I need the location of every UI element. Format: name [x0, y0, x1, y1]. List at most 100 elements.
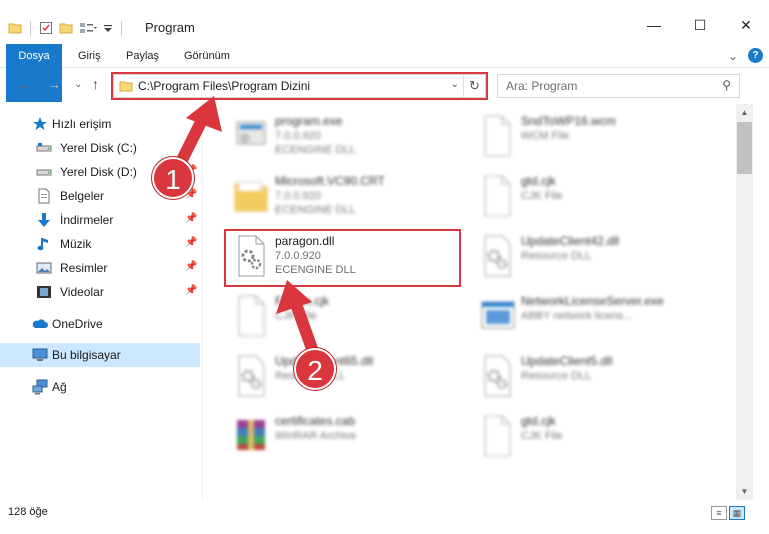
search-input[interactable]: Ara: Program	[506, 79, 577, 93]
window-controls: — ☐ ✕	[631, 10, 769, 40]
status-bar: 128 öğe ≡ ▦	[0, 500, 769, 534]
quick-access-toolbar	[8, 18, 124, 40]
view-options-icon[interactable]	[79, 21, 97, 38]
file-list: program.exe 7.0.0.920 ECENGINE DLL SndTo…	[203, 104, 736, 500]
scroll-down-icon[interactable]: ▼	[736, 483, 753, 500]
ribbon-tabs: Dosya Giriş Paylaş Görünüm ⌄ ?	[0, 44, 769, 102]
sidebar-item-this-pc[interactable]: Bu bilgisayar	[0, 343, 200, 367]
sidebar-item-quick-access[interactable]: Hızlı erişim	[0, 112, 200, 136]
tab-view[interactable]: Görünüm	[176, 44, 238, 68]
tab-share[interactable]: Paylaş	[118, 44, 167, 68]
pin-icon[interactable]: 📌	[185, 213, 197, 224]
dll-file-icon	[479, 354, 515, 398]
minimize-button[interactable]: —	[631, 10, 677, 40]
file-type: ECENGINE DLL	[275, 204, 356, 216]
document-file-icon	[479, 114, 515, 158]
document-file-icon	[233, 294, 269, 338]
file-item[interactable]: gtd.cjk CJK File	[471, 168, 711, 226]
view-switcher: ≡ ▦	[711, 506, 745, 520]
file-item[interactable]: UpdateClient42.dll Resource DLL	[471, 228, 711, 286]
pin-icon[interactable]: 📌	[185, 237, 197, 248]
maximize-button[interactable]: ☐	[677, 10, 723, 40]
sidebar-item-label: Hızlı erişim	[52, 117, 112, 131]
file-item[interactable]: certificates.cab WinRAR Archive	[225, 408, 465, 466]
star-icon	[32, 116, 48, 132]
file-type: CJK File	[521, 430, 563, 442]
tiles-view-icon[interactable]: ▦	[729, 506, 745, 520]
file-type: WinRAR Archive	[275, 430, 357, 442]
navigation-bar: ← → ⌄ ↑ C:\Program Files\Program Dizini …	[0, 70, 769, 102]
sidebar-item-pictures[interactable]: Resimler 📌	[0, 256, 200, 280]
search-icon[interactable]: ⚲	[722, 78, 731, 92]
file-item[interactable]: program.exe 7.0.0.920 ECENGINE DLL	[225, 108, 465, 166]
file-highlight-box	[224, 229, 461, 287]
application-icon	[479, 294, 515, 338]
folder-icon[interactable]	[8, 21, 22, 38]
file-type: ABBY network licens...	[521, 310, 633, 322]
pin-icon[interactable]: 📌	[185, 141, 197, 152]
sidebar-item-label: İndirmeler	[60, 213, 114, 227]
download-icon	[36, 212, 52, 228]
file-type: WCM File	[521, 130, 570, 142]
file-name: gtd.cjk	[521, 174, 556, 188]
network-icon	[32, 379, 48, 395]
drive-icon	[36, 140, 52, 156]
scrollbar-thumb[interactable]	[737, 122, 752, 174]
item-count: 128 öğe	[8, 506, 48, 518]
file-name: Fzcom.cjk	[275, 294, 329, 308]
search-box[interactable]: Ara: Program ⚲	[497, 74, 740, 98]
file-item[interactable]: Fzcom.cjk CJK File	[225, 288, 465, 346]
videos-icon	[36, 284, 52, 300]
properties-icon[interactable]	[39, 21, 53, 38]
close-button[interactable]: ✕	[723, 10, 769, 40]
sidebar-item-label: Müzik	[60, 237, 92, 251]
file-type: Resource DLL	[521, 250, 592, 262]
vertical-scrollbar[interactable]: ▲ ▼	[736, 104, 753, 500]
document-file-icon	[479, 174, 515, 218]
file-type: Resource DLL	[521, 370, 592, 382]
expand-ribbon-icon[interactable]: ⌄	[728, 49, 738, 63]
back-icon[interactable]: ←	[18, 76, 32, 92]
file-item[interactable]: UpdateClient65.dll Resource DLL	[225, 348, 465, 406]
title-bar: Program — ☐ ✕	[0, 0, 769, 44]
file-name: UpdateClient5.dll	[521, 354, 613, 368]
document-file-icon	[479, 414, 515, 458]
folder-icon	[233, 174, 269, 218]
sidebar-item-label: Bu bilgisayar	[52, 348, 121, 362]
sidebar-item-network[interactable]: Ağ	[0, 375, 200, 399]
sidebar-item-music[interactable]: Müzik 📌	[0, 232, 200, 256]
dll-file-icon	[479, 234, 515, 278]
file-name: certificates.cab	[275, 414, 356, 428]
sidebar-item-onedrive[interactable]: OneDrive	[0, 312, 200, 336]
file-name: SndToWP16.wcm	[521, 114, 616, 128]
customize-toolbar-icon[interactable]	[103, 21, 113, 38]
file-type: CJK File	[521, 190, 563, 202]
details-view-icon[interactable]: ≡	[711, 506, 727, 520]
scroll-up-icon[interactable]: ▲	[736, 104, 753, 121]
pin-icon[interactable]: 📌	[185, 285, 197, 296]
sidebar-item-label: Resimler	[60, 261, 108, 275]
sidebar-item-videos[interactable]: Videolar 📌	[0, 280, 200, 304]
up-icon[interactable]: ↑	[92, 76, 99, 92]
pin-icon[interactable]: 📌	[185, 261, 197, 272]
file-item[interactable]: NetworkLicenseServer.exe ABBY network li…	[471, 288, 711, 346]
tab-home[interactable]: Giriş	[70, 44, 109, 68]
help-icon[interactable]: ?	[748, 48, 763, 63]
file-item[interactable]: Microsoft.VC90.CRT 7.0.0.920 ECENGINE DL…	[225, 168, 465, 226]
sidebar-item-label: Belgeler	[60, 189, 105, 203]
sidebar-item-label: Videolar	[60, 285, 104, 299]
file-item[interactable]: UpdateClient5.dll Resource DLL	[471, 348, 711, 406]
file-item[interactable]: gtd.cjk CJK File	[471, 408, 711, 466]
file-version: 7.0.0.920	[275, 190, 321, 202]
file-version: 7.0.0.920	[275, 130, 321, 142]
recent-locations-icon[interactable]: ⌄	[74, 79, 82, 90]
new-folder-icon[interactable]	[59, 21, 73, 38]
file-type: CJK File	[275, 310, 317, 322]
pictures-icon	[36, 260, 52, 276]
ribbon-controls: ⌄ ?	[728, 48, 763, 63]
file-item[interactable]: SndToWP16.wcm WCM File	[471, 108, 711, 166]
forward-icon[interactable]: →	[47, 76, 61, 92]
dll-file-icon	[233, 354, 269, 398]
sidebar-item-downloads[interactable]: İndirmeler 📌	[0, 208, 200, 232]
file-name: gtd.cjk	[521, 414, 556, 428]
